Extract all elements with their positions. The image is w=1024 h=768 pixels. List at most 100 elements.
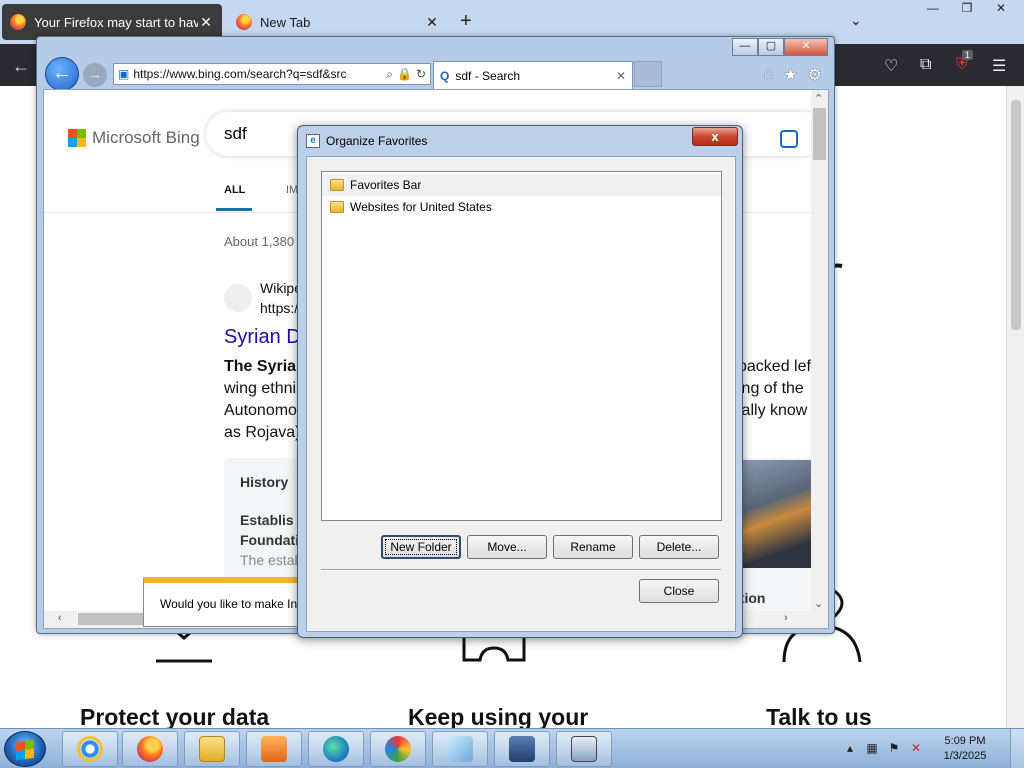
folder-icon — [199, 736, 225, 762]
scroll-right-icon[interactable]: › — [784, 612, 788, 624]
taskbar-internet-explorer[interactable] — [62, 731, 118, 767]
address-bar[interactable]: ▣ https://www.bing.com/search?q=sdf&src … — [113, 63, 431, 85]
start-button[interactable] — [4, 731, 46, 767]
extension-badge: 1 — [962, 50, 974, 60]
internet-explorer-icon — [77, 736, 103, 762]
result-count: About 1,380 — [224, 234, 295, 249]
scrollbar-thumb[interactable] — [1011, 100, 1021, 330]
new-tab-plus-icon[interactable]: + — [460, 10, 472, 33]
card-label: Foundati — [240, 532, 300, 548]
back-arrow-icon[interactable]: ← — [12, 56, 30, 77]
organize-favorites-dialog: e Organize Favorites x Favorites Bar Web… — [297, 125, 743, 638]
result-snippet: Autonomo — [224, 402, 297, 419]
feature-title-protect: Protect your data — [80, 704, 270, 728]
close-tab-icon[interactable]: ✕ — [198, 14, 214, 31]
taskbar-media-player[interactable] — [246, 731, 302, 767]
list-tabs-chevron-icon[interactable]: ⌄ — [850, 12, 862, 29]
favorites-folder-item[interactable]: Websites for United States — [322, 196, 721, 218]
visual-search-icon[interactable] — [780, 130, 798, 148]
tab-label: New Tab — [260, 14, 311, 30]
taskbar-file-explorer[interactable] — [184, 731, 240, 767]
folder-label: Favorites Bar — [350, 178, 422, 192]
microsoft-logo-icon — [68, 129, 86, 147]
close-button[interactable]: Close — [639, 579, 719, 603]
clock-time: 5:09 PM — [944, 735, 986, 747]
forward-button[interactable]: → — [83, 63, 107, 87]
result-snippet: The Syria — [224, 358, 297, 375]
taskbar-paint[interactable] — [370, 731, 426, 767]
search-query[interactable]: sdf — [224, 124, 247, 144]
firefox-window-controls: — ❐ ✕ — [916, 0, 1018, 18]
firefox-scrollbar[interactable] — [1006, 86, 1024, 728]
delete-button[interactable]: Delete... — [639, 535, 719, 559]
vertical-scrollbar[interactable]: ⌃ ⌄ — [811, 90, 828, 612]
action-center-flag-icon[interactable]: ⚑ — [886, 741, 902, 757]
favorites-star-icon[interactable]: ★ — [783, 65, 797, 85]
favorites-tree[interactable]: Favorites Bar Websites for United States — [321, 171, 722, 521]
ie-command-icons: ⌂ ★ ⚙ — [764, 65, 822, 85]
feature-title-keep-using: Keep using your — [408, 704, 589, 728]
network-icon[interactable]: ▦ — [864, 741, 880, 757]
extensions-icon[interactable]: ⧉ — [920, 56, 931, 74]
scroll-down-icon[interactable]: ⌄ — [814, 597, 823, 610]
dialog-close-button[interactable]: x — [692, 127, 738, 146]
edge-icon — [323, 736, 349, 762]
folder-label: Websites for United States — [350, 200, 492, 214]
new-tab-button[interactable] — [634, 61, 662, 87]
rename-button[interactable]: Rename — [553, 535, 633, 559]
restore-icon[interactable]: ❐ — [950, 0, 984, 18]
back-button[interactable]: ← — [45, 57, 79, 91]
ie-tab-search[interactable]: Q sdf - Search ✕ — [433, 61, 633, 89]
bing-logo[interactable]: Microsoft Bing — [68, 128, 200, 148]
refresh-icon[interactable]: ↻ — [416, 67, 426, 81]
taskbar-edge[interactable] — [308, 731, 364, 767]
show-desktop-button[interactable] — [1010, 729, 1024, 768]
taskbar-virtualbox[interactable] — [494, 731, 550, 767]
show-hidden-icons-icon[interactable]: ▴ — [842, 741, 858, 757]
firefox-icon — [137, 736, 163, 762]
clock[interactable]: 5:09 PM 1/3/2025 — [930, 734, 1000, 764]
close-window-icon[interactable]: ✕ — [784, 38, 828, 56]
result-title-link[interactable]: Syrian D — [224, 326, 301, 349]
feature-title-talk: Talk to us — [766, 704, 872, 728]
home-icon[interactable]: ⌂ — [764, 65, 774, 85]
firefox-tab-update-notice[interactable]: Your Firefox may start to have p ✕ — [2, 4, 222, 40]
taskbar: ▴ ▦ ⚑ ✕ 5:09 PM 1/3/2025 — [0, 728, 1024, 768]
move-button[interactable]: Move... — [467, 535, 547, 559]
tab-label: Your Firefox may start to have p — [34, 14, 198, 30]
menu-hamburger-icon[interactable]: ☰ — [992, 56, 1006, 76]
ie-window-controls: — ▢ ✕ — [732, 38, 828, 56]
tools-gear-icon[interactable]: ⚙ — [808, 65, 822, 85]
taskbar-notepad[interactable] — [432, 731, 488, 767]
favorites-folder-item[interactable]: Favorites Bar — [322, 174, 721, 196]
card-heading-history[interactable]: History — [240, 474, 288, 490]
close-tab-icon[interactable]: ✕ — [424, 14, 440, 31]
site-favicon — [224, 284, 252, 312]
close-window-icon[interactable]: ✕ — [984, 0, 1018, 18]
scrollbar-thumb[interactable] — [813, 108, 826, 160]
scroll-up-icon[interactable]: ⌃ — [814, 92, 823, 105]
firefox-icon — [10, 14, 26, 30]
result-site-url[interactable]: https:// — [260, 300, 302, 316]
maximize-icon[interactable]: ▢ — [758, 38, 784, 56]
taskbar-firefox[interactable] — [122, 731, 178, 767]
tab-label: sdf - Search — [455, 68, 521, 83]
search-icon[interactable]: ⌕ — [386, 67, 393, 82]
new-folder-button[interactable]: New Folder — [381, 535, 461, 559]
scroll-left-icon[interactable]: ‹ — [58, 612, 62, 624]
taskbar-windows7-vm[interactable] — [556, 731, 612, 767]
minimize-icon[interactable]: — — [732, 38, 758, 56]
lock-icon[interactable]: 🔒 — [397, 67, 412, 81]
pocket-icon[interactable]: ♡ — [884, 56, 898, 76]
card-image[interactable] — [732, 460, 814, 568]
minimize-icon[interactable]: — — [916, 0, 950, 18]
volume-muted-icon[interactable]: ✕ — [908, 741, 924, 757]
clock-date: 1/3/2025 — [943, 750, 987, 762]
paint-palette-icon — [385, 736, 411, 762]
firefox-tab-new-tab[interactable]: New Tab ✕ — [228, 4, 448, 40]
tab-all[interactable]: ALL — [224, 184, 245, 196]
page-icon: ▣ — [118, 67, 130, 81]
close-tab-icon[interactable]: ✕ — [616, 69, 626, 83]
address-url[interactable]: https://www.bing.com/search?q=sdf&src — [133, 67, 382, 81]
firefox-icon — [236, 14, 252, 30]
